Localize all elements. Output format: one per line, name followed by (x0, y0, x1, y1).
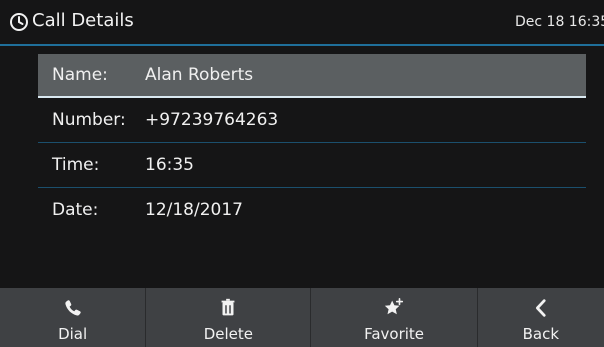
delete-label: Delete (203, 325, 254, 343)
star-plus-icon (384, 298, 404, 315)
detail-value: Alan Roberts (145, 65, 254, 85)
detail-value: 12/18/2017 (145, 200, 243, 220)
chevron-left-icon (535, 299, 546, 317)
detail-row-number[interactable]: Number: +97239764263 (38, 99, 586, 143)
row-divider (38, 187, 586, 188)
detail-row-date[interactable]: Date: 12/18/2017 (38, 189, 586, 233)
detail-row-time[interactable]: Time: 16:35 (38, 144, 586, 188)
softkey-bar: Dial Delete Favorite Back (0, 288, 604, 347)
phone-icon (65, 300, 81, 316)
date-time: Dec 18 16:35 (515, 14, 604, 30)
call-details-screen: Call Details Dec 18 16:35 Name: Alan Rob… (0, 0, 604, 347)
page-title: Call Details (32, 10, 134, 31)
trash-icon (221, 298, 235, 316)
detail-value: 16:35 (145, 155, 194, 175)
favorite-label: Favorite (364, 325, 425, 343)
back-button[interactable]: Back (476, 288, 604, 347)
detail-label: Date: (52, 200, 99, 220)
row-divider (38, 142, 586, 143)
favorite-button[interactable]: Favorite (310, 288, 476, 347)
detail-label: Name: (52, 65, 108, 85)
clock-icon (10, 13, 28, 31)
detail-row-name[interactable]: Name: Alan Roberts (38, 54, 586, 98)
detail-value: +97239764263 (145, 110, 279, 130)
details-list: Name: Alan Roberts Number: +97239764263 … (0, 46, 604, 288)
status-bar: Call Details Dec 18 16:35 (0, 0, 604, 46)
dial-button[interactable]: Dial (0, 288, 145, 347)
delete-button[interactable]: Delete (145, 288, 310, 347)
detail-label: Time: (52, 155, 100, 175)
back-label: Back (522, 325, 560, 343)
row-divider (38, 96, 586, 98)
detail-label: Number: (52, 110, 126, 130)
dial-label: Dial (58, 325, 88, 343)
